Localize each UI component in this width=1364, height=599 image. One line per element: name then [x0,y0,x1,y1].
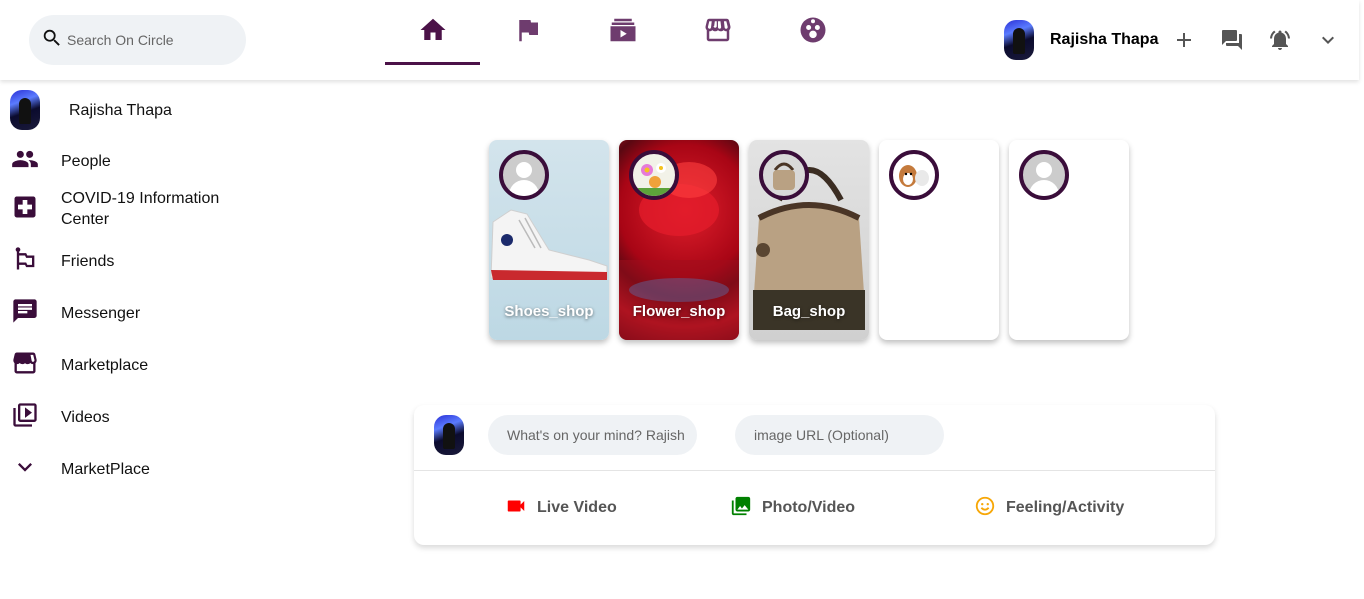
avatar [434,415,464,455]
emoji-smile-icon [974,495,1006,522]
sidebar-item-label: People [61,152,111,170]
medical-cross-icon [11,193,39,226]
story-avatar [759,150,809,200]
story-card-flower[interactable]: Flower_shop [619,140,739,340]
action-label: Live Video [537,499,617,516]
story-card-shoes[interactable]: Shoes_shop [489,140,609,340]
sidebar-item-label: Videos [61,408,110,426]
chat-icon [11,297,39,330]
sidebar-user-name: Rajisha Thapa [69,101,172,119]
home-icon [418,15,448,50]
create-post-card: Live Video Photo/Video Feeling/Activity [414,405,1215,545]
expand-more-icon [11,453,39,486]
pets-thumbnail [899,165,929,187]
sidebar-item-label: Friends [61,252,115,270]
sidebar-item-covid[interactable]: COVID-19 Information Center [0,186,260,232]
search-input[interactable] [67,32,227,48]
story-label: Shoes_shop [504,303,594,320]
action-label: Photo/Video [762,499,856,516]
flowers-thumbnail [633,163,675,196]
sidebar-item-videos[interactable]: Videos [0,402,260,432]
left-sidebar: Rajisha Thapa People COVID-19 Informatio… [0,88,260,484]
emoji-flags-icon [11,245,39,278]
sidebar-avatar-wrap [0,90,50,130]
story-card-pets[interactable] [879,140,999,340]
bag-thumbnail [773,162,795,190]
photo-library-icon [730,495,762,522]
sidebar-item-label: MarketPlace [61,460,150,478]
sidebar-item-friends[interactable]: Friends [0,246,260,276]
story-card-bag[interactable]: Bag_shop [749,140,869,340]
post-input-row [414,405,1215,471]
avatar [10,90,40,130]
live-video-button[interactable]: Live Video [505,495,617,522]
people-icon [11,145,39,178]
sidebar-profile[interactable]: Rajisha Thapa [0,88,260,132]
sidebar-item-marketplace[interactable]: Marketplace [0,350,260,380]
nav-tab-watch[interactable] [575,0,670,65]
story-avatar [889,150,939,200]
nav-tab-pages[interactable] [480,0,575,65]
sidebar-item-label: Messenger [61,304,141,322]
top-header: Rajisha Thapa [0,0,1359,80]
nav-tab-home[interactable] [385,0,480,65]
sidebar-item-label: Marketplace [61,356,149,374]
action-label: Feeling/Activity [1006,499,1125,516]
post-image-url-input[interactable] [735,415,944,455]
nav-tab-marketplace[interactable] [670,0,765,65]
plus-icon[interactable] [1172,28,1196,52]
chevron-down-icon[interactable] [1316,28,1340,52]
sidebar-item-messenger[interactable]: Messenger [0,298,260,328]
feeling-activity-button[interactable]: Feeling/Activity [974,495,1124,522]
story-avatar [499,150,549,200]
notifications-active-icon[interactable] [1268,28,1292,52]
avatar[interactable] [1004,20,1034,60]
search-icon [41,27,63,54]
main-nav [385,0,860,65]
header-user-name[interactable]: Rajisha Thapa [1050,31,1158,49]
storefront-icon [11,349,39,382]
story-label: Bag_shop [772,303,846,320]
group-icon [798,15,828,50]
header-user-area: Rajisha Thapa [1004,20,1340,60]
sidebar-item-label: COVID-19 Information Center [61,190,220,228]
post-message-input[interactable] [488,415,697,455]
videocam-icon [505,495,537,522]
nav-tab-groups[interactable] [765,0,860,65]
sidebar-item-marketplace-more[interactable]: MarketPlace [0,454,260,484]
store-icon [703,15,733,50]
sidebar-item-people[interactable]: People [0,146,260,176]
story-avatar [629,150,679,200]
forum-icon[interactable] [1220,28,1244,52]
video-library-icon [608,15,638,50]
story-card-empty[interactable] [1009,140,1129,340]
flag-icon [513,15,543,50]
story-avatar [1019,150,1069,200]
post-actions-row: Live Video Photo/Video Feeling/Activity [414,471,1215,545]
search-bar[interactable] [29,15,246,65]
video-library-icon [11,401,39,434]
story-label: Flower_shop [632,303,726,320]
photo-video-button[interactable]: Photo/Video [730,495,855,522]
stories-row: Shoes_shop Flower_shop Bag_shop [489,140,1129,340]
